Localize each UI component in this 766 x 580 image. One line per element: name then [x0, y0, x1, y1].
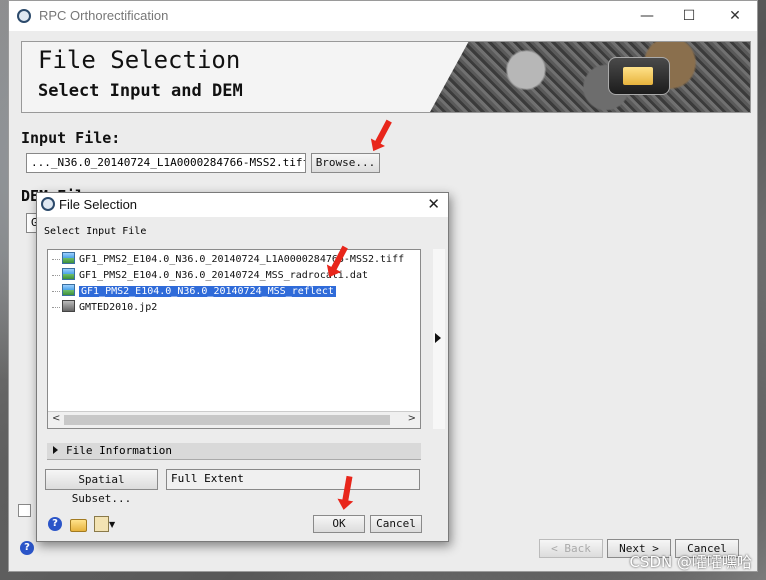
input-file-label: Input File:: [21, 129, 121, 147]
satellite-banner-image: [430, 42, 750, 112]
dialog-title: File Selection: [59, 197, 138, 212]
dem-image-icon: [62, 300, 75, 312]
expand-panel-strip[interactable]: [433, 249, 445, 429]
list-item[interactable]: GMTED2010.jp2: [52, 300, 157, 315]
dropdown-arrow-icon[interactable]: ▼: [109, 520, 115, 529]
title-bar: RPC Orthorectification — ☐ ✕: [9, 1, 757, 31]
watermark-text: CSDN @嚯嚯嘿哈: [629, 553, 752, 571]
dialog-help-icon[interactable]: ?: [48, 517, 62, 531]
dialog-ok-button[interactable]: OK: [313, 515, 365, 533]
option-checkbox[interactable]: [18, 504, 31, 517]
app-icon: [17, 9, 31, 23]
expand-arrow-icon[interactable]: [435, 333, 441, 343]
dialog-cancel-button[interactable]: Cancel: [370, 515, 422, 533]
window-title: RPC Orthorectification: [39, 8, 169, 23]
horizontal-scrollbar[interactable]: < >: [48, 411, 420, 428]
file-selection-dialog: File Selection ✕ Select Input File GF1_P…: [36, 192, 449, 542]
spatial-subset-button[interactable]: Spatial Subset...: [45, 469, 158, 505]
wizard-banner: File Selection Select Input and DEM: [21, 41, 751, 113]
list-item[interactable]: GF1_PMS2_E104.0_N36.0_20140724_L1A000028…: [52, 252, 404, 267]
select-input-file-label: Select Input File: [44, 226, 147, 237]
scroll-thumb[interactable]: [64, 415, 390, 425]
raster-image-icon: [62, 268, 75, 280]
scroll-right-icon[interactable]: >: [408, 413, 416, 424]
back-button[interactable]: < Back: [539, 539, 603, 558]
minimize-button[interactable]: —: [632, 5, 662, 27]
close-button[interactable]: ✕: [720, 5, 750, 27]
dialog-app-icon: [41, 197, 55, 211]
scroll-left-icon[interactable]: <: [52, 413, 60, 424]
banner-title: File Selection: [38, 46, 241, 74]
browse-button[interactable]: Browse...: [311, 153, 380, 173]
collapse-triangle-icon: [53, 446, 58, 454]
help-icon[interactable]: ?: [20, 541, 34, 555]
dialog-title-bar: File Selection ✕: [37, 193, 448, 217]
open-folder-icon[interactable]: [70, 519, 87, 532]
maximize-button[interactable]: ☐: [674, 5, 704, 27]
list-item[interactable]: GF1_PMS2_E104.0_N36.0_20140724_MSS_radro…: [52, 268, 368, 283]
banner-subtitle: Select Input and DEM: [38, 81, 243, 101]
input-file-field[interactable]: ..._N36.0_20140724_L1A0000284766-MSS2.ti…: [26, 153, 306, 173]
file-list: GF1_PMS2_E104.0_N36.0_20140724_L1A000028…: [47, 249, 421, 429]
spatial-subset-value: Full Extent: [166, 469, 420, 490]
file-information-toggle[interactable]: File Information: [47, 443, 421, 460]
raster-image-icon: [62, 252, 75, 264]
open-folder-icon: [608, 57, 670, 95]
dialog-close-icon[interactable]: ✕: [427, 195, 440, 213]
list-item-selected[interactable]: GF1_PMS2_E104.0_N36.0_20140724_MSS_refle…: [52, 284, 336, 299]
raster-image-icon: [62, 284, 75, 296]
clipboard-icon[interactable]: [94, 516, 109, 532]
